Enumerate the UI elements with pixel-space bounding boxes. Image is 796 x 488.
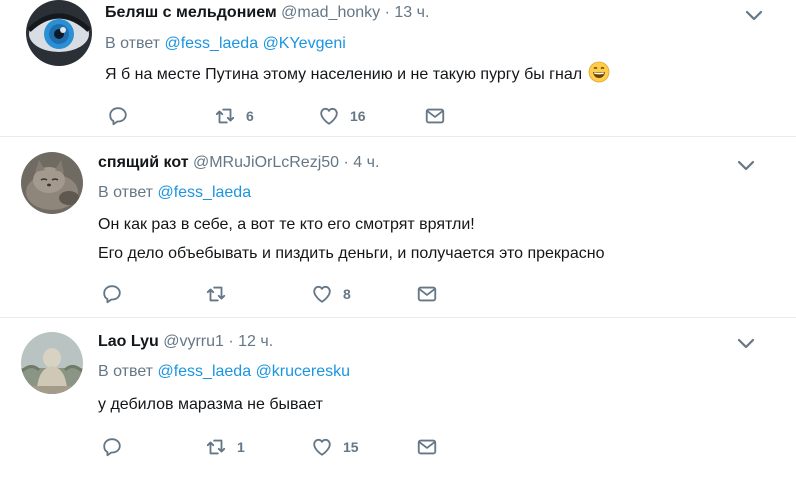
retweet-button[interactable]: 1 bbox=[205, 435, 245, 459]
envelope-icon bbox=[417, 439, 437, 455]
user-handle[interactable]: @MRuJiOrLcRezj50 bbox=[193, 154, 339, 171]
cat-avatar-icon bbox=[21, 152, 83, 214]
like-button[interactable]: 15 bbox=[311, 435, 359, 459]
reply-button[interactable] bbox=[101, 282, 133, 306]
tweet-header: Lao Lyu @vyrru1 · 12 ч. bbox=[98, 332, 273, 352]
heart-icon bbox=[313, 438, 331, 456]
mention-link[interactable]: @fess_laeda bbox=[157, 363, 251, 380]
retweet-icon bbox=[206, 439, 226, 455]
tweet-header: Беляш с мельдонием @mad_honky · 13 ч. bbox=[105, 3, 429, 23]
retweet-count: 1 bbox=[237, 439, 245, 455]
statue-avatar-icon bbox=[21, 332, 83, 394]
separator: · bbox=[384, 4, 390, 21]
direct-message-button[interactable] bbox=[424, 104, 446, 128]
tweet-text-line: у дебилов маразма не бывает bbox=[98, 396, 323, 413]
mention-link[interactable]: @fess_laeda bbox=[164, 35, 258, 52]
retweet-button[interactable]: 6 bbox=[214, 104, 254, 128]
chevron-down-icon[interactable] bbox=[742, 6, 766, 26]
mention-link[interactable]: @KYevgeni bbox=[263, 35, 346, 52]
timestamp[interactable]: 4 ч. bbox=[353, 154, 379, 171]
reply-prefix: В ответ bbox=[98, 184, 154, 201]
avatar[interactable] bbox=[21, 332, 83, 394]
tweet-text-line: Он как раз в себе, а вот те кто его смот… bbox=[98, 216, 475, 233]
display-name[interactable]: Беляш с мельдонием bbox=[105, 4, 277, 21]
separator: · bbox=[343, 154, 349, 171]
tweet-text: Он как раз в себе, а вот те кто его смот… bbox=[98, 210, 604, 268]
reply-prefix: В ответ bbox=[105, 35, 161, 52]
mention-link[interactable]: @fess_laeda bbox=[157, 184, 251, 201]
reply-button[interactable] bbox=[101, 435, 133, 459]
chevron-down-icon[interactable] bbox=[734, 334, 758, 354]
timestamp[interactable]: 13 ч. bbox=[394, 4, 429, 21]
tweet[interactable]: Беляш с мельдонием @mad_honky · 13 ч. В … bbox=[0, 0, 796, 136]
like-count: 16 bbox=[350, 108, 366, 124]
tweet[interactable]: Lao Lyu @vyrru1 · 12 ч. В ответ @fess_la… bbox=[0, 318, 796, 488]
tweet-actions: 1 15 bbox=[0, 435, 796, 459]
tweet-text: Я б на месте Путина этому населению и не… bbox=[105, 60, 610, 89]
separator: · bbox=[228, 333, 234, 350]
reply-context: В ответ @fess_laeda @KYevgeni bbox=[105, 35, 346, 53]
display-name[interactable]: Lao Lyu bbox=[98, 333, 159, 350]
retweet-count: 6 bbox=[246, 108, 254, 124]
tweet-feed: Беляш с мельдонием @mad_honky · 13 ч. В … bbox=[0, 0, 796, 488]
heart-icon bbox=[320, 107, 338, 125]
like-button[interactable]: 16 bbox=[318, 104, 366, 128]
grinning-face-icon bbox=[588, 61, 610, 83]
like-button[interactable]: 8 bbox=[311, 282, 351, 306]
envelope-icon bbox=[417, 286, 437, 302]
reply-prefix: В ответ bbox=[98, 363, 154, 380]
reply-icon bbox=[103, 438, 121, 457]
display-name[interactable]: спящий кот bbox=[98, 154, 189, 171]
direct-message-button[interactable] bbox=[416, 282, 438, 306]
tweet[interactable]: спящий кот @MRuJiOrLcRezj50 · 4 ч. В отв… bbox=[0, 138, 796, 318]
reply-context: В ответ @fess_laeda bbox=[98, 184, 251, 202]
avatar[interactable] bbox=[21, 152, 83, 214]
tweet-header: спящий кот @MRuJiOrLcRezj50 · 4 ч. bbox=[98, 153, 379, 173]
tweet-text-line: Его дело объебывать и пиздить деньги, и … bbox=[98, 245, 605, 262]
reply-icon bbox=[103, 285, 121, 304]
direct-message-button[interactable] bbox=[416, 435, 438, 459]
mention-link[interactable]: @kruceresku bbox=[256, 363, 351, 380]
tweet-divider bbox=[0, 136, 796, 137]
retweet-icon bbox=[215, 108, 235, 124]
timestamp[interactable]: 12 ч. bbox=[238, 333, 273, 350]
heart-icon bbox=[313, 285, 331, 303]
reply-context: В ответ @fess_laeda @kruceresku bbox=[98, 363, 350, 381]
reply-icon bbox=[109, 107, 127, 126]
tweet-actions: 6 16 bbox=[0, 104, 796, 128]
user-handle[interactable]: @vyrru1 bbox=[163, 333, 224, 350]
chevron-down-icon[interactable] bbox=[734, 156, 758, 176]
eye-avatar-icon bbox=[26, 0, 92, 66]
user-handle[interactable]: @mad_honky bbox=[281, 4, 380, 21]
retweet-button[interactable] bbox=[205, 282, 237, 306]
tweet-text: у дебилов маразма не бывает bbox=[98, 390, 323, 419]
like-count: 15 bbox=[343, 439, 359, 455]
retweet-icon bbox=[206, 286, 226, 302]
like-count: 8 bbox=[343, 286, 351, 302]
avatar[interactable] bbox=[26, 0, 92, 66]
reply-button[interactable] bbox=[107, 104, 139, 128]
tweet-actions: 8 bbox=[0, 282, 796, 306]
tweet-text-line: Я б на месте Путина этому населению и не… bbox=[105, 66, 583, 83]
envelope-icon bbox=[425, 108, 445, 124]
